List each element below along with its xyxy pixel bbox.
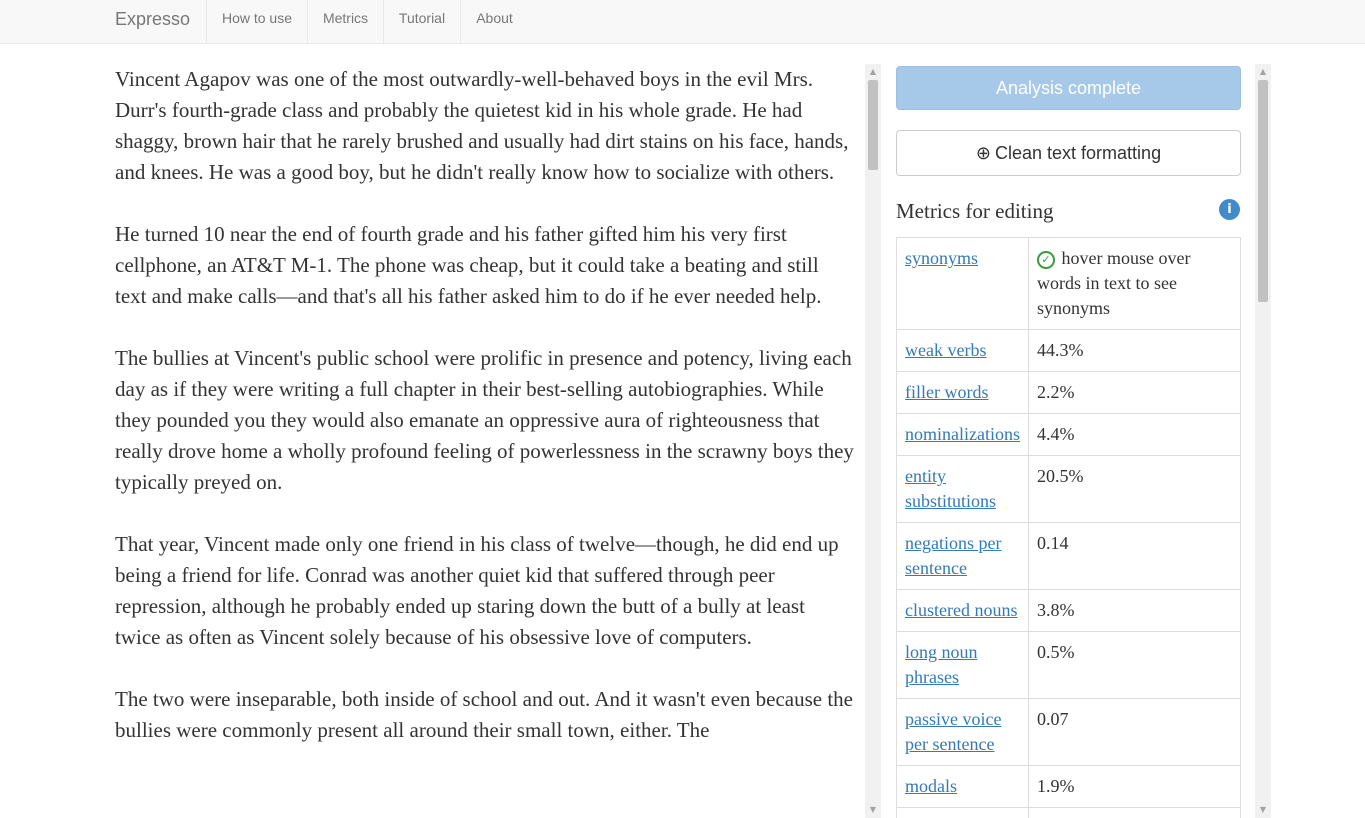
clean-formatting-button[interactable]: ⊕ Clean text formatting (896, 130, 1241, 176)
table-row: modals 1.9% (896, 765, 1241, 808)
download-circle-icon: ⊕ (975, 143, 991, 164)
metric-value: 3.8% (1028, 589, 1241, 632)
analysis-status-button[interactable]: Analysis complete (896, 66, 1241, 110)
nav-about[interactable]: About (460, 0, 528, 43)
metric-link-modals[interactable]: modals (905, 776, 957, 796)
sidebar-scrollbar[interactable]: ▲ ▼ (1255, 64, 1271, 818)
text-paragraph: The two were inseparable, both inside of… (115, 687, 853, 742)
clean-formatting-label: Clean text formatting (995, 143, 1162, 163)
table-row (896, 807, 1241, 818)
nav-metrics[interactable]: Metrics (307, 0, 383, 43)
table-row: filler words 2.2% (896, 371, 1241, 414)
metric-value: 44.3% (1028, 329, 1241, 372)
scroll-down-arrow-icon[interactable]: ▼ (1255, 802, 1271, 818)
text-paragraph: The bullies at Vincent's public school w… (115, 346, 854, 494)
metric-link-nominalizations[interactable]: nominalizations (905, 424, 1020, 444)
metric-value (1028, 807, 1241, 818)
scroll-up-arrow-icon[interactable]: ▲ (1255, 64, 1271, 80)
table-row: clustered nouns 3.8% (896, 589, 1241, 632)
table-row: synonyms ✓ hover mouse over words in tex… (896, 237, 1241, 330)
metric-link-synonyms[interactable]: synonyms (905, 248, 978, 268)
metric-value: 0.07 (1028, 698, 1241, 766)
table-row: weak verbs 44.3% (896, 329, 1241, 372)
nav-how-to-use[interactable]: How to use (206, 0, 307, 43)
table-row: negations per sentence 0.14 (896, 522, 1241, 590)
metric-value: 2.2% (1028, 371, 1241, 414)
metric-value: 0.14 (1028, 522, 1241, 590)
scroll-thumb[interactable] (868, 80, 878, 170)
metric-value: 1.9% (1028, 765, 1241, 808)
info-circle-icon[interactable]: i (1219, 199, 1240, 220)
metric-value: 4.4% (1028, 413, 1241, 456)
metric-link-long-noun-phrases[interactable]: long noun phrases (905, 642, 978, 687)
metric-link-weak-verbs[interactable]: weak verbs (905, 340, 986, 360)
metric-link-negations-per-sentence[interactable]: negations per sentence (905, 533, 1001, 578)
table-row: entity substitutions 20.5% (896, 455, 1241, 523)
metrics-table: synonyms ✓ hover mouse over words in tex… (896, 237, 1241, 818)
metric-link-filler-words[interactable]: filler words (905, 382, 988, 402)
scroll-up-arrow-icon[interactable]: ▲ (865, 64, 881, 80)
metric-link-passive-voice[interactable]: passive voice per sentence (905, 709, 1001, 754)
metric-link-clustered-nouns[interactable]: clustered nouns (905, 600, 1017, 620)
nav-tutorial[interactable]: Tutorial (383, 0, 460, 43)
table-row: nominalizations 4.4% (896, 413, 1241, 456)
table-row: long noun phrases 0.5% (896, 631, 1241, 699)
metrics-title: Metrics for editing (896, 199, 1054, 223)
navbar: Expresso How to use Metrics Tutorial Abo… (0, 0, 1365, 44)
metric-value: 0.5% (1028, 631, 1241, 699)
scroll-down-arrow-icon[interactable]: ▼ (865, 802, 881, 818)
check-circle-icon: ✓ (1037, 251, 1055, 269)
text-scrollbar[interactable]: ▲ ▼ (865, 64, 881, 818)
metric-link-entity-substitutions[interactable]: entity substitutions (905, 466, 996, 511)
text-paragraph: Vincent Agapov was one of the most outwa… (115, 67, 849, 184)
metric-value: 20.5% (1028, 455, 1241, 523)
table-row: passive voice per sentence 0.07 (896, 698, 1241, 766)
text-paragraph: He turned 10 near the end of fourth grad… (115, 222, 822, 308)
text-editor[interactable]: Vincent Agapov was one of the most outwa… (115, 64, 855, 818)
synonyms-hint: hover mouse over words in text to see sy… (1037, 248, 1191, 318)
scroll-thumb[interactable] (1258, 80, 1268, 302)
text-paragraph: That year, Vincent made only one friend … (115, 532, 839, 649)
brand-logo[interactable]: Expresso (115, 9, 190, 30)
